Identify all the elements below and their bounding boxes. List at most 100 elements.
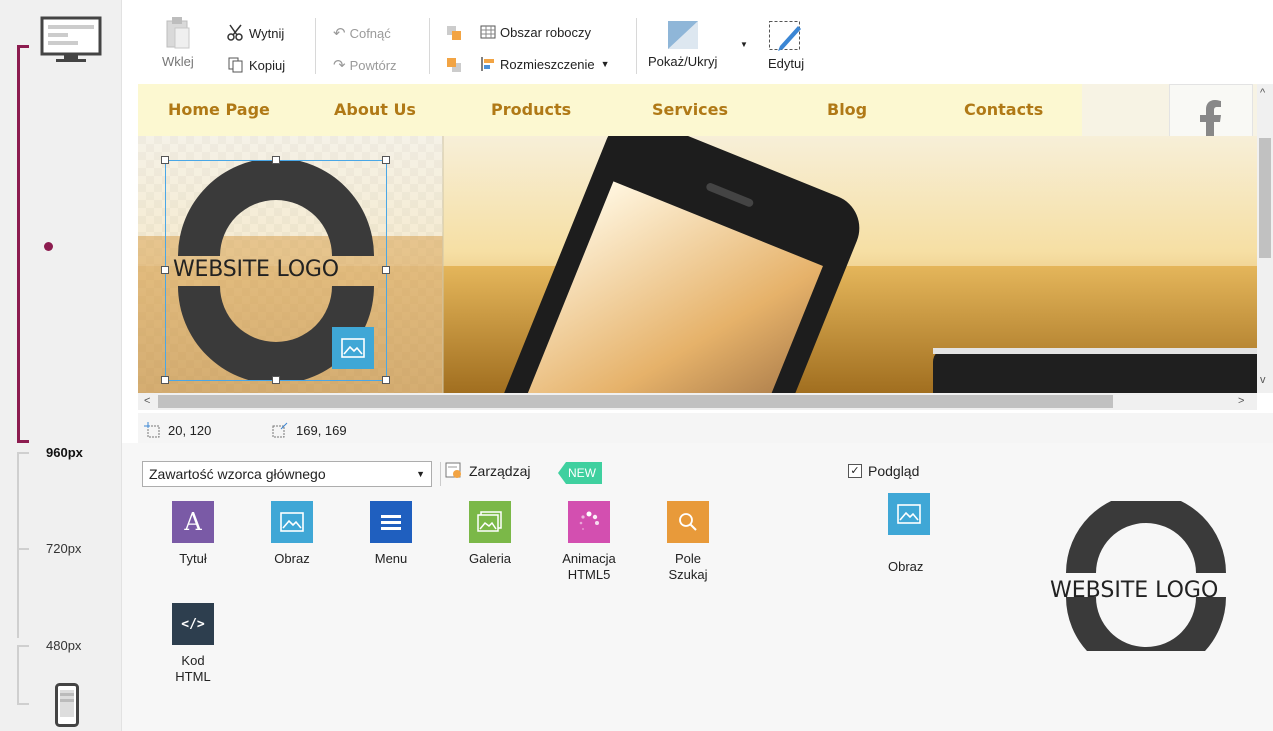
- vertical-scrollbar[interactable]: ^ v: [1257, 84, 1273, 393]
- widget-label: Galeria: [469, 551, 511, 566]
- nav-services[interactable]: Services: [652, 100, 728, 119]
- preview-toggle[interactable]: ✓ Podgląd: [848, 463, 919, 479]
- paste-button[interactable]: Wklej: [162, 16, 194, 69]
- resize-handle[interactable]: [382, 376, 390, 384]
- widget-label: Animacja HTML5: [562, 551, 616, 582]
- device-rail: 960px 720px 480px: [0, 0, 122, 731]
- widget-label: Kod HTML: [175, 653, 211, 684]
- scroll-thumb[interactable]: [158, 395, 1113, 408]
- title-icon: A: [172, 501, 214, 543]
- send-backward-button[interactable]: [445, 56, 463, 74]
- position-value: 20, 120: [168, 422, 212, 438]
- widget-title[interactable]: A Tytuł: [158, 501, 228, 567]
- send-backward-icon: [447, 58, 461, 72]
- status-bar: 20, 120 169, 169: [138, 413, 1273, 443]
- toolbar-divider: [429, 18, 430, 74]
- template-select[interactable]: Zawartość wzorca głównego ▼: [142, 461, 432, 487]
- show-hide-label: Pokaż/Ukryj: [648, 54, 718, 69]
- widget-animation[interactable]: Animacja HTML5: [554, 501, 624, 583]
- preview-label: Podgląd: [868, 463, 920, 479]
- widget-html-code[interactable]: </> Kod HTML: [158, 603, 228, 685]
- scroll-up-icon[interactable]: ^: [1260, 87, 1265, 99]
- design-canvas[interactable]: Home Page About Us Products Services Blo…: [138, 84, 1257, 393]
- logo-selection-frame[interactable]: WEBSITE LOGO: [161, 156, 390, 384]
- desktop-range-bracket: [17, 45, 29, 443]
- scroll-thumb[interactable]: [1259, 138, 1271, 258]
- image-icon: [888, 493, 930, 535]
- bring-forward-button[interactable]: [445, 24, 463, 42]
- resize-handle[interactable]: [382, 156, 390, 164]
- hero-banner[interactable]: WEBSITE LOGO: [138, 136, 1257, 393]
- horizontal-scrollbar[interactable]: < >: [138, 393, 1257, 410]
- layout-dropdown[interactable]: Rozmieszczenie ▼: [480, 56, 610, 72]
- redo-button[interactable]: ↷ Powtórz: [333, 56, 397, 74]
- breakpoint-handle[interactable]: [44, 242, 53, 251]
- redo-label: Powtórz: [349, 57, 397, 73]
- size-readout: 169, 169: [272, 422, 347, 438]
- scroll-right-icon[interactable]: >: [1238, 395, 1244, 407]
- align-icon: [481, 57, 494, 71]
- nav-contacts[interactable]: Contacts: [964, 100, 1043, 119]
- logo-ring-image: [1066, 501, 1226, 651]
- logo-text: WEBSITE LOGO: [173, 257, 339, 282]
- image-badge[interactable]: [332, 327, 374, 369]
- scroll-left-icon[interactable]: <: [144, 395, 150, 407]
- resize-handle[interactable]: [161, 156, 169, 164]
- undo-button[interactable]: ↶ Cofnąć: [333, 24, 391, 42]
- panel-divider: [440, 462, 441, 486]
- widget-gallery[interactable]: Galeria: [455, 501, 525, 567]
- nav-about[interactable]: About Us: [334, 100, 416, 119]
- preview-logo: WEBSITE LOGO: [1050, 501, 1240, 651]
- desktop-monitor-icon[interactable]: [40, 16, 102, 64]
- breakpoint-960[interactable]: 960px: [46, 445, 83, 460]
- nav-blog[interactable]: Blog: [827, 100, 867, 119]
- nav-products[interactable]: Products: [491, 100, 571, 119]
- copy-label: Kopiuj: [249, 57, 286, 73]
- position-readout: 20, 120: [144, 422, 211, 438]
- redo-icon: ↷: [333, 57, 346, 74]
- breakpoint-720[interactable]: 720px: [46, 541, 81, 556]
- scroll-down-icon[interactable]: v: [1260, 374, 1266, 386]
- widget-search[interactable]: Pole Szukaj: [653, 501, 723, 583]
- widget-label: Menu: [374, 551, 408, 566]
- cut-button[interactable]: Wytnij: [227, 24, 284, 42]
- edit-button[interactable]: Edytuj: [768, 20, 804, 71]
- widget-label: Pole Szukaj: [668, 551, 708, 582]
- resize-handle[interactable]: [161, 266, 169, 274]
- size-icon: [272, 422, 288, 438]
- facebook-icon: [1200, 100, 1221, 140]
- edit-label: Edytuj: [768, 56, 805, 71]
- image-icon: [341, 338, 365, 358]
- range-bracket-mobile: [17, 645, 29, 705]
- chevron-down-icon[interactable]: ▼: [740, 40, 748, 49]
- paste-label: Wklej: [162, 54, 194, 69]
- code-icon: </>: [172, 603, 214, 645]
- toolbar: Wklej Wytnij Kopiuj ↶ Cofnąć ↷ Powtórz O…: [138, 0, 1273, 84]
- resize-handle[interactable]: [272, 156, 280, 164]
- position-icon: [144, 422, 160, 438]
- layout-label: Rozmieszczenie: [500, 56, 595, 72]
- chevron-down-icon: ▼: [416, 469, 425, 479]
- breakpoint-480[interactable]: 480px: [46, 638, 81, 653]
- copy-button[interactable]: Kopiuj: [227, 56, 285, 74]
- manage-button[interactable]: Zarządzaj: [445, 462, 530, 480]
- widget-menu[interactable]: Menu: [356, 501, 426, 567]
- show-hide-button[interactable]: Pokaż/Ukryj: [648, 20, 717, 69]
- nav-home[interactable]: Home Page: [168, 100, 270, 119]
- range-bracket-720: [17, 452, 29, 548]
- widgets-panel: Zawartość wzorca głównego ▼ Zarządzaj NE…: [122, 443, 1273, 731]
- menu-icon: [370, 501, 412, 543]
- resize-handle[interactable]: [272, 376, 280, 384]
- preview-checkbox[interactable]: ✓: [848, 464, 862, 478]
- widget-label: Obraz: [274, 551, 310, 566]
- resize-handle[interactable]: [161, 376, 169, 384]
- workspace-button[interactable]: Obszar roboczy: [480, 24, 591, 40]
- widget-image[interactable]: Obraz: [257, 501, 327, 567]
- manage-label: Zarządzaj: [469, 463, 531, 479]
- manage-icon: [445, 462, 461, 478]
- workspace-label: Obszar roboczy: [500, 24, 592, 40]
- resize-handle[interactable]: [382, 266, 390, 274]
- range-bracket-480: [17, 548, 29, 638]
- mobile-phone-icon[interactable]: [55, 683, 79, 727]
- size-value: 169, 169: [296, 422, 347, 438]
